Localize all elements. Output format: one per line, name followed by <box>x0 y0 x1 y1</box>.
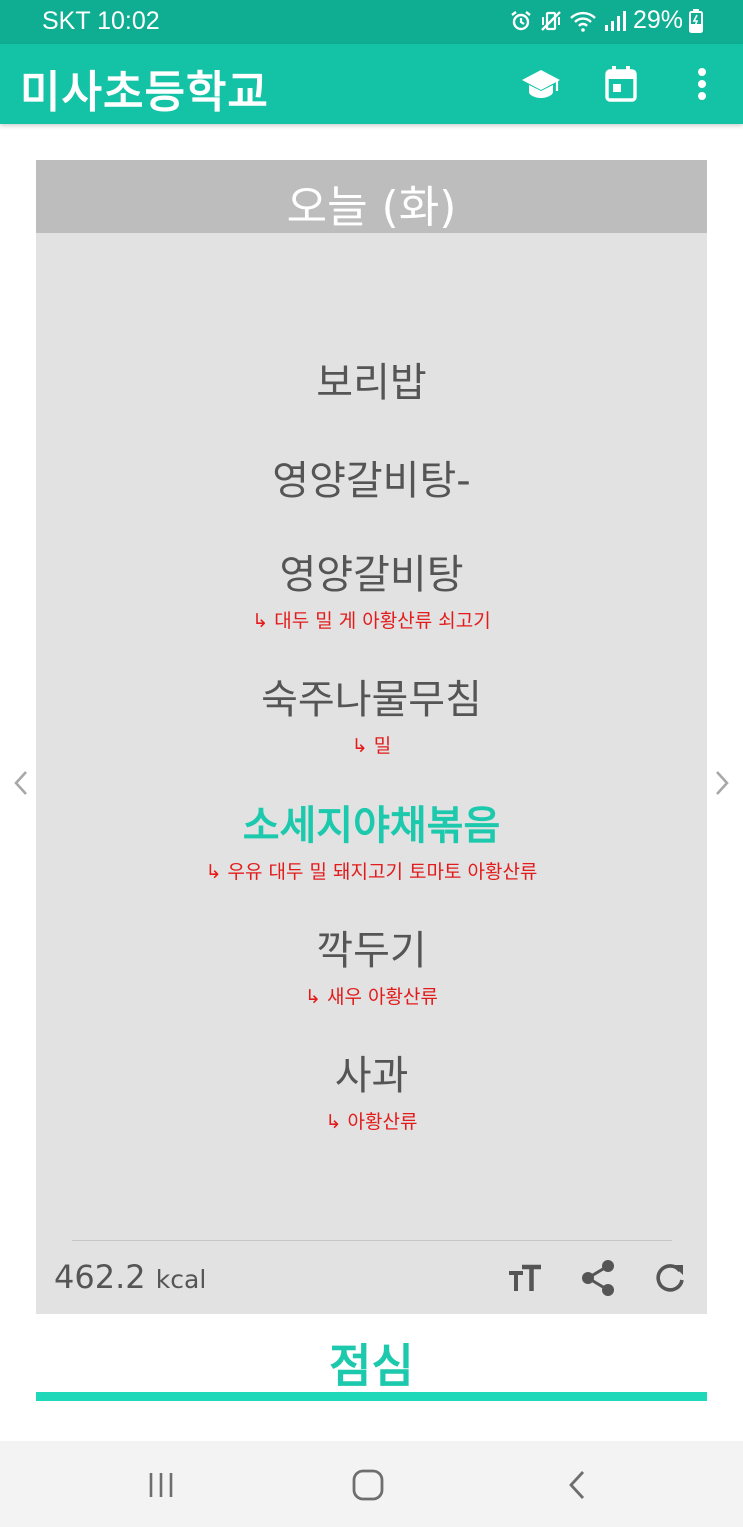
recent-apps-icon[interactable] <box>139 1463 183 1507</box>
dish-name: 보리밥 <box>316 360 427 406</box>
status-bar: SKT 10:02 29% <box>0 0 743 44</box>
menu-item: 사과 ↳ 아황산류 <box>36 1043 707 1134</box>
chevron-left-icon[interactable] <box>6 764 36 802</box>
meal-tab-lunch[interactable]: 점심 <box>36 1330 707 1396</box>
dish-name: 사과 <box>334 1053 409 1099</box>
meal-card: 오늘 (화) 보리밥 영양갈비탕- 영양갈비탕 ↳ 대두 밀 게 아황산류 쇠고… <box>36 160 707 1314</box>
menu-item-highlighted: 소세지야채볶음 ↳ 우유 대두 밀 돼지고기 토마토 아황산류 <box>36 793 707 884</box>
menu-item: 숙주나물무침 ↳ 밀 <box>36 667 707 758</box>
text-size-icon[interactable] <box>503 1256 547 1300</box>
dish-name: 영양갈비탕 <box>279 552 464 598</box>
menu-item: 보리밥 <box>36 350 707 408</box>
battery-text: 29% <box>632 6 683 34</box>
status-icons: 29% <box>509 6 703 35</box>
wifi-icon <box>569 9 597 33</box>
app-bar: 미사초등학교 <box>0 44 743 124</box>
vibrate-mute-icon <box>539 9 563 33</box>
date-label: 오늘 (화) <box>286 182 457 233</box>
calendar-icon[interactable] <box>599 62 643 106</box>
allergy-info: ↳ 우유 대두 밀 돼지고기 토마토 아황산류 <box>205 861 538 883</box>
home-icon[interactable] <box>346 1463 390 1507</box>
back-icon[interactable] <box>555 1463 599 1507</box>
chevron-right-icon[interactable] <box>707 764 737 802</box>
system-nav-bar <box>0 1441 743 1527</box>
battery-charging-icon <box>689 8 703 33</box>
allergy-info: ↳ 밀 <box>351 735 392 757</box>
share-icon[interactable] <box>576 1256 620 1300</box>
refresh-icon[interactable] <box>648 1256 692 1300</box>
allergy-info: ↳ 아황산류 <box>325 1111 418 1133</box>
allergy-info: ↳ 새우 아황산류 <box>305 986 438 1008</box>
dish-name: 깍두기 <box>316 928 427 974</box>
calorie-total: 462.2 kcal <box>54 1258 206 1296</box>
menu-item: 깍두기 ↳ 새우 아황산류 <box>36 918 707 1009</box>
dish-name: 소세지야채볶음 <box>242 803 501 849</box>
signal-icon <box>603 9 627 33</box>
alarm-icon <box>509 9 533 33</box>
dish-name: 영양갈비탕- <box>272 458 471 504</box>
app-title: 미사초등학교 <box>20 67 269 118</box>
carrier-time: SKT 10:02 <box>42 7 160 35</box>
dish-name: 숙주나물무침 <box>261 677 482 723</box>
school-icon[interactable] <box>519 62 563 106</box>
calorie-unit: kcal <box>155 1265 207 1294</box>
menu-item: 영양갈비탕- <box>36 448 707 506</box>
tab-indicator <box>36 1392 707 1401</box>
allergy-info: ↳ 대두 밀 게 아황산류 쇠고기 <box>252 610 491 632</box>
more-vert-icon[interactable] <box>680 62 724 106</box>
card-header: 오늘 (화) <box>36 160 707 233</box>
menu-item: 영양갈비탕 ↳ 대두 밀 게 아황산류 쇠고기 <box>36 542 707 633</box>
calorie-value: 462.2 <box>54 1258 146 1296</box>
card-divider <box>72 1240 672 1241</box>
